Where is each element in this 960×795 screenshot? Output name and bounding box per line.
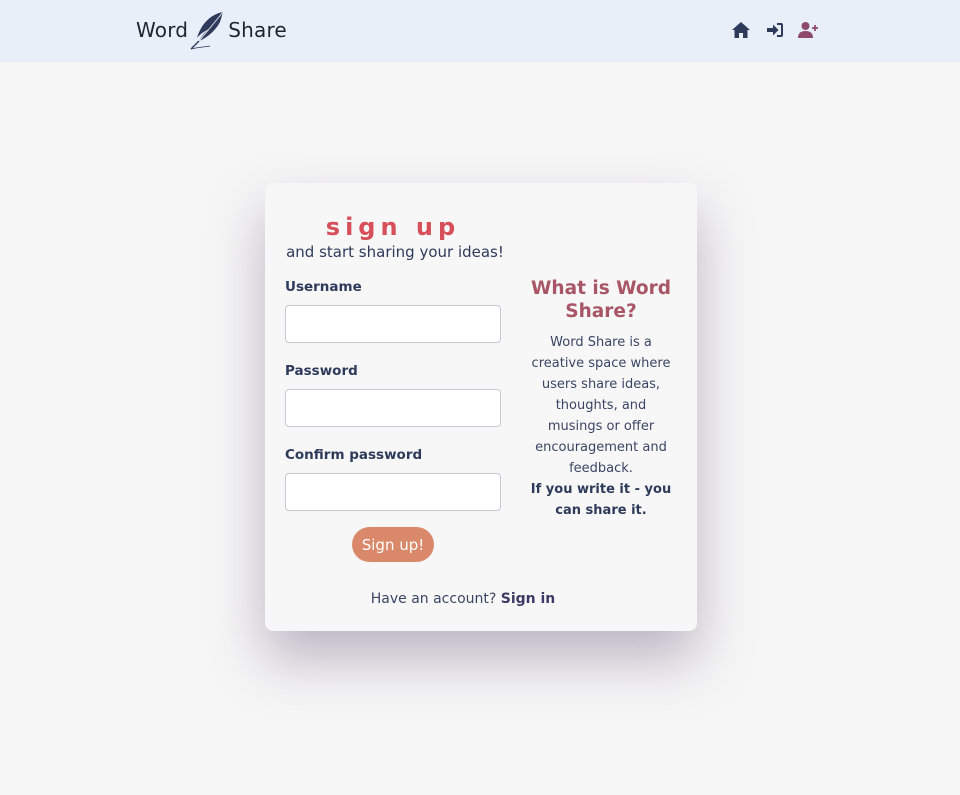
signin-link[interactable]: Sign in	[501, 591, 556, 607]
username-label: Username	[285, 279, 362, 295]
password-label: Password	[285, 363, 358, 379]
brand-word-text: Word	[136, 18, 189, 42]
about-description: Word Share is a creative space where use…	[531, 335, 671, 476]
have-account-line: Have an account? Sign in	[275, 591, 651, 607]
user-plus-icon[interactable]	[798, 19, 820, 41]
about-panel: What is Word Share? Word Share is a crea…	[529, 277, 673, 521]
signup-card: sign up and start sharing your ideas! Us…	[265, 183, 697, 631]
nav-icon-group	[730, 19, 820, 41]
about-tagline: If you write it - you can share it.	[530, 482, 672, 518]
feather-icon	[190, 11, 224, 50]
brand-logo[interactable]: Word Share	[136, 8, 287, 52]
signup-subtitle: and start sharing your ideas!	[286, 243, 504, 261]
home-icon[interactable]	[730, 19, 752, 41]
signup-title: sign up	[325, 213, 461, 241]
sign-in-icon[interactable]	[764, 19, 786, 41]
confirm-password-input[interactable]	[285, 473, 501, 511]
signup-button[interactable]: Sign up!	[352, 527, 434, 562]
top-navbar: Word Share	[0, 0, 960, 62]
have-account-text: Have an account?	[370, 591, 497, 607]
confirm-password-label: Confirm password	[285, 447, 423, 463]
password-input[interactable]	[285, 389, 501, 427]
about-title: What is Word Share?	[531, 278, 671, 322]
signup-form: sign up and start sharing your ideas! Us…	[285, 213, 504, 562]
brand-share-text: Share	[228, 18, 287, 42]
username-input[interactable]	[285, 305, 501, 343]
